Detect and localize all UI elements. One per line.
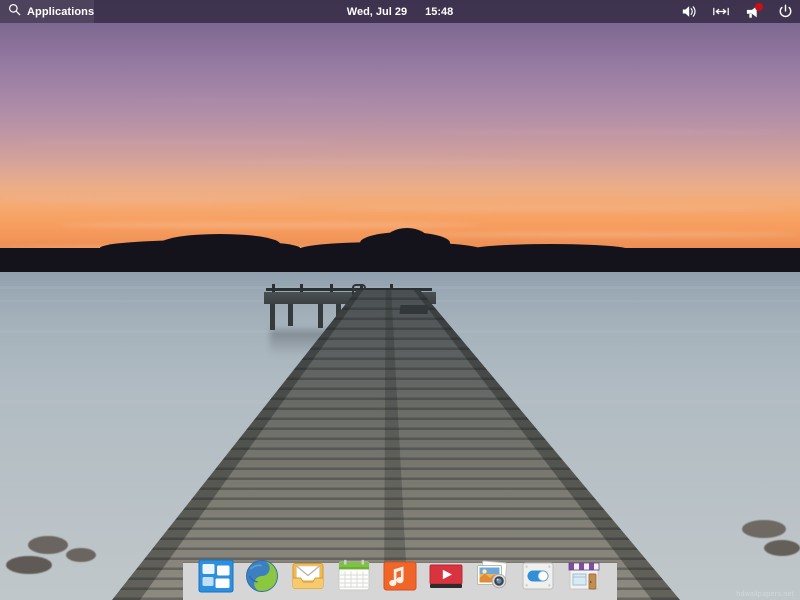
dock-item-files[interactable] — [197, 557, 235, 595]
system-tray — [680, 0, 794, 23]
shore-rock — [66, 548, 96, 562]
dock-item-music[interactable] — [381, 557, 419, 595]
dock-item-software[interactable] — [565, 557, 603, 595]
dock-item-settings[interactable] — [519, 557, 557, 595]
notifications-icon[interactable] — [744, 3, 762, 21]
pier-railing-post — [330, 284, 333, 292]
clock-date[interactable]: Wed, Jul 29 — [347, 6, 407, 18]
desktop[interactable]: hdwallpapers.net Applications Wed, Jul 2… — [0, 0, 800, 600]
wallpaper-watermark: hdwallpapers.net — [736, 591, 794, 598]
dock-item-videos[interactable] — [427, 557, 465, 595]
dock-item-calendar[interactable] — [335, 557, 373, 595]
applications-menu-label: Applications — [27, 6, 94, 18]
applications-menu-button[interactable]: Applications — [0, 0, 94, 23]
dock-item-mail[interactable] — [289, 557, 327, 595]
cloud-streak — [330, 206, 790, 211]
shore-rock — [6, 556, 52, 574]
search-icon — [8, 3, 21, 21]
cloud-streak — [180, 160, 600, 164]
clock-time[interactable]: 15:48 — [425, 6, 453, 18]
notification-badge — [755, 3, 763, 11]
dock-items — [183, 556, 617, 596]
cloud-streak — [420, 232, 800, 237]
shore-rock — [28, 536, 68, 554]
desktop-wallpaper: hdwallpapers.net — [0, 0, 800, 600]
pier-bench — [400, 305, 429, 314]
shore-rock — [764, 540, 800, 556]
volume-icon[interactable] — [680, 3, 698, 21]
top-panel: Applications Wed, Jul 29 15:48 — [0, 0, 800, 23]
pier-support-post — [318, 304, 323, 328]
cloud-streak — [60, 222, 480, 228]
dock-item-photos[interactable] — [473, 557, 511, 595]
pier-railing-post — [300, 284, 303, 292]
cloud-streak — [120, 98, 380, 102]
pier-support-post — [288, 304, 293, 326]
network-icon[interactable] — [712, 3, 730, 21]
pier-railing-post — [272, 284, 275, 292]
power-icon[interactable] — [776, 3, 794, 21]
shore-rock — [742, 520, 786, 538]
cloud-streak — [20, 140, 340, 145]
pier-support-post — [270, 304, 275, 330]
dock-item-web-browser[interactable] — [243, 557, 281, 595]
cloud-streak — [440, 130, 780, 135]
cloud-streak — [0, 196, 300, 202]
